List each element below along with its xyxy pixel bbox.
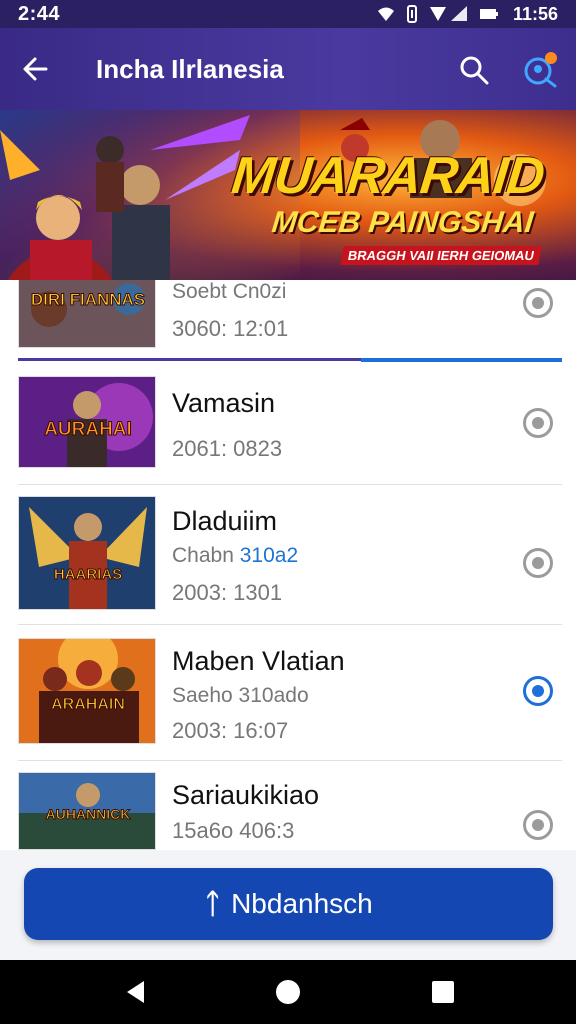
list-item[interactable]: HAARIAS Dladuiim Chabn 310a2 2003: 1301 (0, 496, 576, 624)
signal-icon (429, 6, 467, 21)
arrow-left-icon (23, 57, 48, 81)
select-radio[interactable] (523, 548, 553, 578)
primary-action-label: Nbdanhsch (231, 888, 373, 919)
thumbnail: ARAHAIN (18, 638, 156, 744)
nav-back-icon[interactable] (122, 978, 150, 1006)
list-item[interactable]: AUHANNICK Sariaukikiao 15a6o 406:3 (0, 772, 576, 850)
list-item[interactable]: DIRI FIANNAS Soebt Cn0zi 3060: 12:01 (0, 280, 576, 362)
thumbnail: DIRI FIANNAS (18, 280, 156, 348)
thumbnail-label: AURAHAI (44, 419, 132, 440)
select-radio-selected[interactable] (523, 676, 553, 706)
search-button[interactable] (452, 48, 496, 92)
thumbnail-label: ARAHAIN (51, 696, 125, 713)
thumbnail: AUHANNICK (18, 772, 156, 850)
item-date: 2003: 16:07 (172, 718, 289, 743)
bottom-action-area: ᛏ Nbdanhsch (0, 850, 576, 960)
item-title: Dladuiim (172, 506, 278, 536)
download-icon: ᛏ (204, 888, 222, 919)
profile-search-button[interactable] (518, 48, 562, 92)
status-bar: 2:44 11:56 (0, 0, 576, 28)
list-item[interactable]: AURAHAI Vamasin 2061: 0823 (0, 376, 576, 484)
system-nav-bar (0, 960, 576, 1024)
profile-search-icon (524, 52, 557, 88)
item-date: 3060: 12:01 (172, 316, 289, 341)
item-date: 15a6o 406:3 (172, 818, 295, 843)
app-bar: Incha Ilrlanesia (0, 28, 576, 110)
scroll-progress-indicator (360, 358, 562, 362)
thumbnail-label: DIRI FIANNAS (31, 290, 145, 309)
item-date: 2061: 0823 (172, 436, 283, 461)
item-subtitle-text: Chabn (172, 544, 234, 567)
notification-dot-icon (545, 52, 557, 64)
select-radio[interactable] (523, 810, 553, 840)
search-icon (460, 56, 489, 85)
divider (18, 624, 562, 625)
divider (18, 484, 562, 485)
item-title: Maben Vlatian (172, 646, 345, 676)
back-button[interactable] (0, 28, 70, 110)
promo-banner[interactable]: MUARARAID MCEB PAINGSHAI BRAGGH VAII IER… (0, 110, 576, 280)
game-list[interactable]: DIRI FIANNAS Soebt Cn0zi 3060: 12:01 AUR… (0, 280, 576, 850)
item-subtitle: Soebt Cn0zi (172, 280, 287, 303)
wifi-icon (377, 7, 394, 21)
thumbnail-label: AUHANNICK (46, 806, 131, 822)
primary-action-button[interactable]: ᛏ Nbdanhsch (24, 868, 553, 940)
item-date: 2003: 1301 (172, 580, 283, 605)
status-clock: 11:56 (512, 3, 558, 24)
select-radio[interactable] (523, 288, 553, 318)
status-time: 2:44 (18, 2, 61, 25)
nav-recent-icon[interactable] (432, 981, 454, 1003)
battery-icon (479, 9, 498, 19)
list-item[interactable]: ARAHAIN Maben Vlatian Saeho 310ado 2003:… (0, 638, 576, 758)
divider (18, 760, 562, 761)
item-title: Sariaukikiao (172, 780, 320, 810)
banner-tagline: BRAGGH VAII IERH GEIOMAU (340, 246, 542, 265)
item-title: Vamasin (172, 388, 276, 418)
item-subtitle: Saeho 310ado (172, 684, 309, 707)
status-icons: 11:56 (377, 4, 558, 25)
banner-title: MUARARAID (228, 147, 547, 205)
thumbnail: AURAHAI (18, 376, 156, 468)
vibrate-icon (406, 5, 417, 23)
nav-home-icon[interactable] (276, 980, 300, 1004)
select-radio[interactable] (523, 408, 553, 438)
item-subtitle-accent: 310a2 (239, 544, 299, 567)
page-title: Incha Ilrlanesia (96, 53, 284, 84)
banner-subtitle: MCEB PAINGSHAI (270, 206, 535, 239)
item-subtitle: Chabn 310a2 (172, 544, 298, 568)
thumbnail: HAARIAS (18, 496, 156, 610)
thumbnail-label: HAARIAS (54, 566, 122, 583)
